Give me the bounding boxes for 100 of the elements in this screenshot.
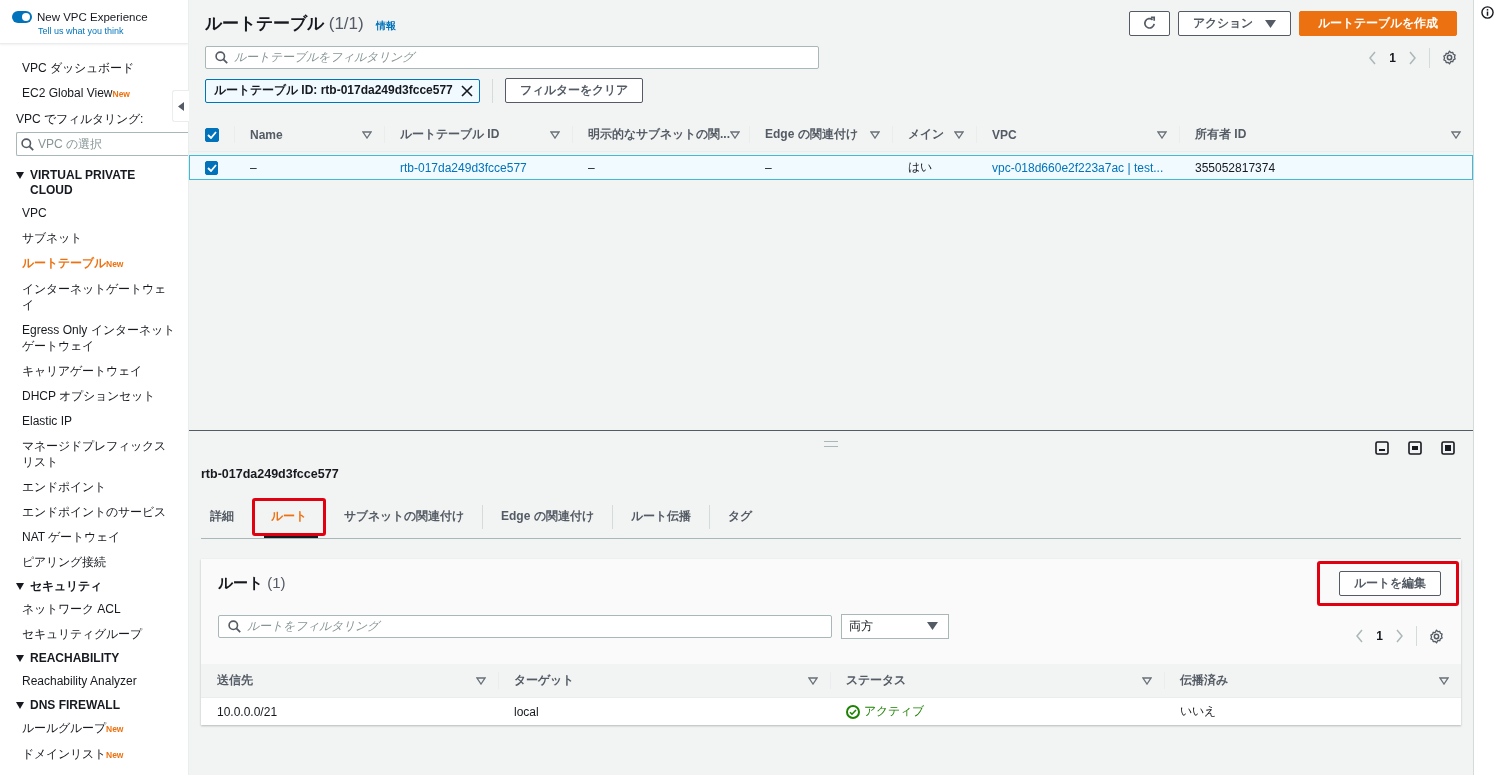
caret-icon[interactable]	[16, 583, 24, 590]
sort-icon[interactable]	[1451, 130, 1461, 139]
bottom-panel-icon[interactable]	[1375, 441, 1389, 455]
collapse-sidebar-button[interactable]	[172, 90, 189, 122]
full-panel-icon[interactable]	[1441, 441, 1455, 455]
caret-icon[interactable]	[16, 655, 24, 662]
column-header[interactable]: 所有者 ID	[1195, 126, 1247, 143]
section-header[interactable]: DNS FIREWALL	[16, 694, 176, 716]
nav-item[interactable]: マネージドプレフィックスリスト	[16, 434, 176, 475]
toggle-switch[interactable]	[12, 11, 32, 23]
page-number[interactable]: 1	[1376, 629, 1383, 643]
nav-item[interactable]: エンドポイントのサービス	[16, 500, 176, 525]
sort-icon[interactable]	[1439, 676, 1449, 685]
nav-item[interactable]: ルールグループNew	[16, 716, 176, 742]
routes-title: ルート (1)	[218, 574, 286, 593]
info-icon[interactable]	[1481, 6, 1494, 19]
tab[interactable]: 詳細	[201, 496, 252, 537]
refresh-button[interactable]	[1129, 11, 1170, 36]
sort-icon[interactable]	[1157, 130, 1167, 139]
sort-icon[interactable]	[1142, 676, 1152, 685]
filter-token: ルートテーブル ID: rtb-017da249d3fcce577	[205, 78, 480, 103]
search-icon	[228, 619, 241, 633]
caret-icon[interactable]	[16, 172, 24, 179]
nav-item[interactable]: サブネット	[16, 226, 176, 251]
table-cell: local	[514, 704, 539, 719]
table-cell: 355052817374	[1195, 160, 1276, 175]
table-link[interactable]: rtb-017da249d3fcce577	[400, 160, 527, 175]
page-title: ルートテーブル (1/1)	[205, 13, 364, 35]
column-header[interactable]: メイン	[908, 126, 944, 143]
nav-item[interactable]: エンドポイント	[16, 475, 176, 500]
column-header[interactable]: ルートテーブル ID	[400, 126, 500, 143]
column-header[interactable]: ターゲット	[514, 672, 574, 689]
nav-item[interactable]: キャリアゲートウェイ	[16, 359, 176, 384]
table-cell: –	[588, 160, 595, 175]
table-cell: 10.0.0.0/21	[217, 704, 278, 719]
nav-item[interactable]: インターネットゲートウェイ	[16, 277, 176, 318]
settings-icon[interactable]	[1442, 50, 1457, 65]
sort-icon[interactable]	[730, 130, 740, 139]
tab[interactable]: ルート伝播	[612, 496, 709, 537]
search-icon	[21, 137, 34, 151]
propagation-select[interactable]: 両方	[841, 613, 949, 639]
column-header[interactable]: VPC	[992, 127, 1017, 142]
search-icon	[215, 51, 228, 64]
section-header[interactable]: VIRTUAL PRIVATE CLOUD	[16, 164, 176, 201]
checkbox[interactable]	[205, 127, 219, 142]
nav-item[interactable]: Reachability Analyzer	[16, 669, 176, 694]
clear-filters-button[interactable]: フィルターをクリア	[504, 78, 643, 103]
tab[interactable]: サブネットの関連付け	[326, 496, 482, 537]
nav-item[interactable]: VPC	[16, 201, 176, 226]
column-header[interactable]: ステータス	[846, 672, 906, 689]
toggle-label: New VPC Experience	[37, 11, 148, 23]
column-header[interactable]: Edge の関連付け	[765, 126, 858, 143]
tab[interactable]: タグ	[709, 496, 770, 537]
page-number[interactable]: 1	[1389, 50, 1396, 65]
column-header[interactable]: 伝播済み	[1180, 672, 1228, 689]
caret-icon[interactable]	[16, 702, 24, 709]
nav-item[interactable]: ピアリング接続	[16, 550, 176, 575]
status-text: アクティブ	[846, 703, 924, 720]
sort-icon[interactable]	[870, 130, 880, 139]
sort-icon[interactable]	[954, 130, 964, 139]
nav-item[interactable]: EC2 Global ViewNew	[16, 81, 176, 107]
settings-icon[interactable]	[1429, 628, 1444, 644]
nav-item[interactable]: Egress Only インターネットゲートウェイ	[16, 318, 176, 359]
side-panel-icon[interactable]	[1408, 441, 1422, 455]
section-header[interactable]: REACHABILITY	[16, 647, 176, 669]
filter-label: VPC でフィルタリング:	[16, 111, 145, 128]
resize-handle[interactable]	[824, 441, 838, 447]
sort-icon[interactable]	[808, 676, 818, 685]
sort-icon[interactable]	[550, 130, 560, 139]
section-header[interactable]: セキュリティ	[16, 575, 176, 597]
actions-button[interactable]: アクション	[1178, 11, 1291, 36]
nav-item[interactable]: NAT ゲートウェイ	[16, 525, 176, 550]
nav-item[interactable]: Elastic IP	[16, 409, 176, 434]
table-link[interactable]: vpc-018d660e2f223a7ac | test...	[992, 160, 1164, 175]
sort-icon[interactable]	[476, 676, 486, 685]
column-header[interactable]: 明示的なサブネットの関...	[588, 126, 730, 143]
close-icon[interactable]	[460, 84, 473, 97]
tab[interactable]: Edge の関連付け	[483, 496, 612, 537]
sort-icon[interactable]	[362, 130, 372, 139]
nav-item[interactable]: ネットワーク ACL	[16, 597, 176, 622]
refresh-icon	[1142, 16, 1157, 31]
table-row[interactable]: – rtb-017da249d3fcce577 – – はい vpc-018d660e2f223a7ac | test... 355052817374	[189, 155, 1473, 180]
table-cell: –	[250, 160, 257, 175]
nav-item[interactable]: VPC ダッシュボード	[16, 56, 176, 81]
nav-item[interactable]: セキュリティグループ	[16, 622, 176, 647]
nav-item[interactable]: ドメインリスト New	[16, 742, 176, 768]
table-cell: –	[765, 160, 772, 175]
caret-icon	[927, 622, 938, 630]
feedback-link[interactable]: Tell us what you think	[38, 26, 178, 36]
column-header[interactable]: Name	[250, 127, 283, 142]
detail-title: rtb-017da249d3fcce577	[201, 467, 339, 481]
info-link[interactable]: 情報	[375, 19, 396, 33]
caret-icon	[178, 101, 184, 111]
column-header[interactable]: 送信先	[217, 672, 253, 689]
checkbox[interactable]	[205, 160, 218, 175]
edit-routes-button[interactable]: ルートを編集	[1339, 571, 1441, 596]
table-cell: いいえ	[1180, 703, 1216, 720]
caret-icon	[1265, 19, 1276, 28]
nav-item[interactable]: DHCP オプションセット	[16, 384, 176, 409]
table-cell: はい	[908, 159, 932, 176]
